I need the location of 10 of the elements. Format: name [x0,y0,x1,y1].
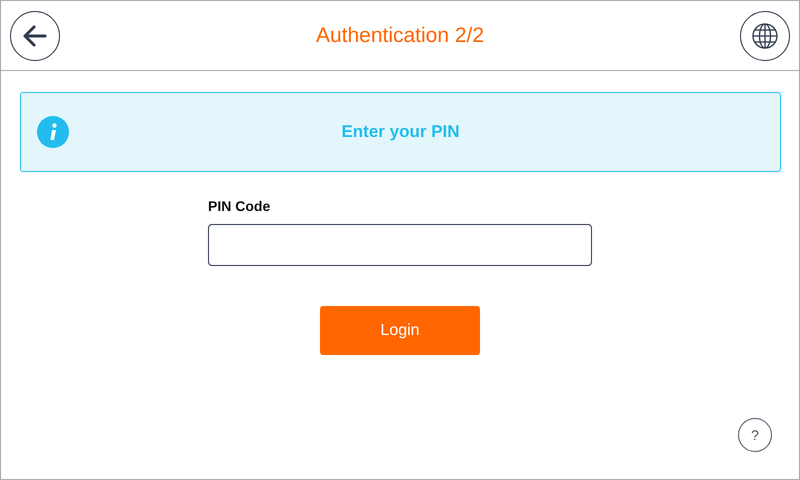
info-message: Enter your PIN [341,122,460,142]
globe-icon [752,22,778,48]
back-arrow-icon [23,24,47,46]
page-title: Authentication 2/2 [316,24,484,48]
language-button[interactable] [740,10,790,60]
pin-input-field[interactable] [208,224,592,266]
help-button[interactable]: ? [738,418,772,452]
pin-label: PIN Code [208,198,272,214]
back-button[interactable] [10,10,60,60]
info-icon [37,116,69,148]
